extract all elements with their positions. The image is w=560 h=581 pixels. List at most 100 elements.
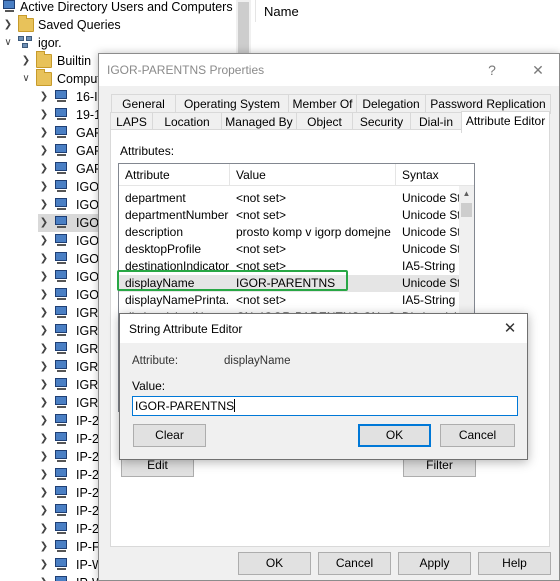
list-header: Attribute Value Syntax	[119, 164, 474, 186]
dialog-title: IGOR-PARENTNS Properties	[107, 63, 265, 77]
chevron-right-icon[interactable]: ❯	[38, 430, 50, 448]
computer-icon	[54, 180, 69, 193]
tab-general[interactable]: General	[111, 94, 176, 114]
tree-root[interactable]: Active Directory Users and Computers [G	[0, 0, 249, 16]
attribute-row[interactable]: desktopProfile <not set> Unicode Str	[119, 241, 459, 258]
computer-icon	[54, 378, 69, 391]
chevron-right-icon[interactable]: ❯	[38, 250, 50, 268]
computer-icon	[54, 270, 69, 283]
computer-icon	[54, 198, 69, 211]
chevron-right-icon[interactable]: ❯	[38, 304, 50, 322]
chevron-right-icon[interactable]: ❯	[38, 466, 50, 484]
help-button[interactable]: Help	[478, 552, 551, 575]
value-cell: prosto komp v igorp domejne	[236, 225, 391, 239]
computer-icon	[54, 216, 69, 229]
attribute-row[interactable]: department <not set> Unicode Str	[119, 190, 459, 207]
computer-icon	[54, 468, 69, 481]
computer-icon	[54, 162, 69, 175]
dialog-title: String Attribute Editor	[129, 322, 243, 336]
value-text: IGOR-PARENTNS	[135, 399, 235, 413]
column-header-name[interactable]: Name	[264, 4, 299, 19]
chevron-right-icon[interactable]: ❯	[38, 178, 50, 196]
chevron-right-icon[interactable]: ❯	[38, 88, 50, 106]
attribute-cell: destinationIndicator	[125, 259, 230, 273]
ok-button[interactable]: OK	[358, 424, 431, 447]
syntax-cell: IA5-String	[402, 293, 456, 307]
chevron-right-icon[interactable]: ❯	[38, 196, 50, 214]
chevron-right-icon[interactable]: ❯	[38, 340, 50, 358]
attribute-row[interactable]: description prosto komp v igorp domejne Un…	[119, 224, 459, 241]
text-caret	[234, 399, 236, 412]
clear-button[interactable]: Clear	[133, 424, 206, 447]
cancel-button[interactable]: Cancel	[440, 424, 515, 447]
tree-item-domain[interactable]: ∨ igor.	[0, 34, 236, 52]
folder-icon	[18, 15, 34, 32]
tab-delegation[interactable]: Delegation	[356, 94, 426, 114]
column-header-value[interactable]: Value	[230, 164, 396, 186]
attribute-name: displayName	[224, 355, 291, 367]
chevron-right-icon[interactable]: ❯	[38, 484, 50, 502]
computer-icon	[54, 360, 69, 373]
computer-icon	[54, 540, 69, 553]
attribute-row[interactable]: displayNamePrinta... <not set> IA5-String	[119, 292, 459, 309]
attribute-row[interactable]: displayName IGOR-PARENTNS Unicode Str	[119, 275, 459, 292]
chevron-right-icon[interactable]: ❯	[38, 124, 50, 142]
chevron-right-icon[interactable]: ❯	[38, 106, 50, 124]
chevron-right-icon[interactable]: ❯	[38, 574, 50, 581]
folder-icon	[36, 51, 52, 68]
value-cell: IGOR-PARENTNS	[236, 276, 336, 290]
computer-icon	[54, 90, 69, 103]
chevron-right-icon[interactable]: ❯	[20, 52, 32, 70]
tab-attribute-editor[interactable]: Attribute Editor	[461, 111, 550, 133]
attribute-row[interactable]: departmentNumber <not set> Unicode Str	[119, 207, 459, 224]
computer-icon	[54, 432, 69, 445]
chevron-right-icon[interactable]: ❯	[38, 502, 50, 520]
ok-button[interactable]: OK	[238, 552, 311, 575]
column-header-syntax[interactable]: Syntax	[396, 164, 459, 186]
computer-icon	[54, 576, 69, 581]
chevron-right-icon[interactable]: ❯	[38, 358, 50, 376]
syntax-cell: Unicode Str	[402, 242, 459, 256]
apply-button[interactable]: Apply	[398, 552, 471, 575]
close-icon[interactable]: ✕	[515, 54, 560, 86]
folder-icon	[36, 69, 52, 86]
scrollbar-thumb[interactable]	[461, 203, 472, 217]
chevron-right-icon[interactable]: ❯	[38, 412, 50, 430]
chevron-down-icon[interactable]: ∨	[2, 34, 14, 52]
header-divider	[255, 0, 256, 22]
chevron-down-icon[interactable]: ∨	[20, 70, 32, 88]
ad-users-computers-icon	[2, 0, 17, 13]
attribute-row[interactable]: destinationIndicator <not set> IA5-String	[119, 258, 459, 275]
chevron-right-icon[interactable]: ❯	[38, 286, 50, 304]
chevron-right-icon[interactable]: ❯	[38, 232, 50, 250]
chevron-right-icon[interactable]: ❯	[38, 520, 50, 538]
scroll-up-icon[interactable]: ▲	[459, 186, 474, 201]
dialog-titlebar: IGOR-PARENTNS Properties ? ✕	[99, 54, 559, 86]
computer-icon	[54, 324, 69, 337]
column-header-attribute[interactable]: Attribute	[119, 164, 230, 186]
chevron-right-icon[interactable]: ❯	[38, 142, 50, 160]
computer-icon	[54, 252, 69, 265]
tab-operating-system[interactable]: Operating System	[175, 94, 289, 114]
tab-member-of[interactable]: Member Of	[288, 94, 357, 114]
chevron-right-icon[interactable]: ❯	[2, 16, 14, 34]
chevron-right-icon[interactable]: ❯	[38, 394, 50, 412]
chevron-right-icon[interactable]: ❯	[38, 214, 50, 232]
syntax-cell: Unicode Str	[402, 208, 459, 222]
attribute-cell: displayNamePrinta...	[125, 293, 230, 307]
value-input[interactable]: IGOR-PARENTNS	[132, 396, 518, 416]
chevron-right-icon[interactable]: ❯	[38, 268, 50, 286]
chevron-right-icon[interactable]: ❯	[38, 322, 50, 340]
computer-icon	[54, 486, 69, 499]
chevron-right-icon[interactable]: ❯	[38, 376, 50, 394]
chevron-right-icon[interactable]: ❯	[38, 448, 50, 466]
chevron-right-icon[interactable]: ❯	[38, 538, 50, 556]
chevron-right-icon[interactable]: ❯	[38, 556, 50, 574]
close-icon[interactable]: ✕	[493, 314, 527, 343]
chevron-right-icon[interactable]: ❯	[38, 160, 50, 178]
tree-item-saved-queries[interactable]: ❯ Saved Queries	[0, 15, 236, 34]
help-icon[interactable]: ?	[469, 54, 515, 86]
computer-icon	[54, 522, 69, 535]
cancel-button[interactable]: Cancel	[318, 552, 391, 575]
syntax-cell: Unicode Str	[402, 191, 459, 205]
